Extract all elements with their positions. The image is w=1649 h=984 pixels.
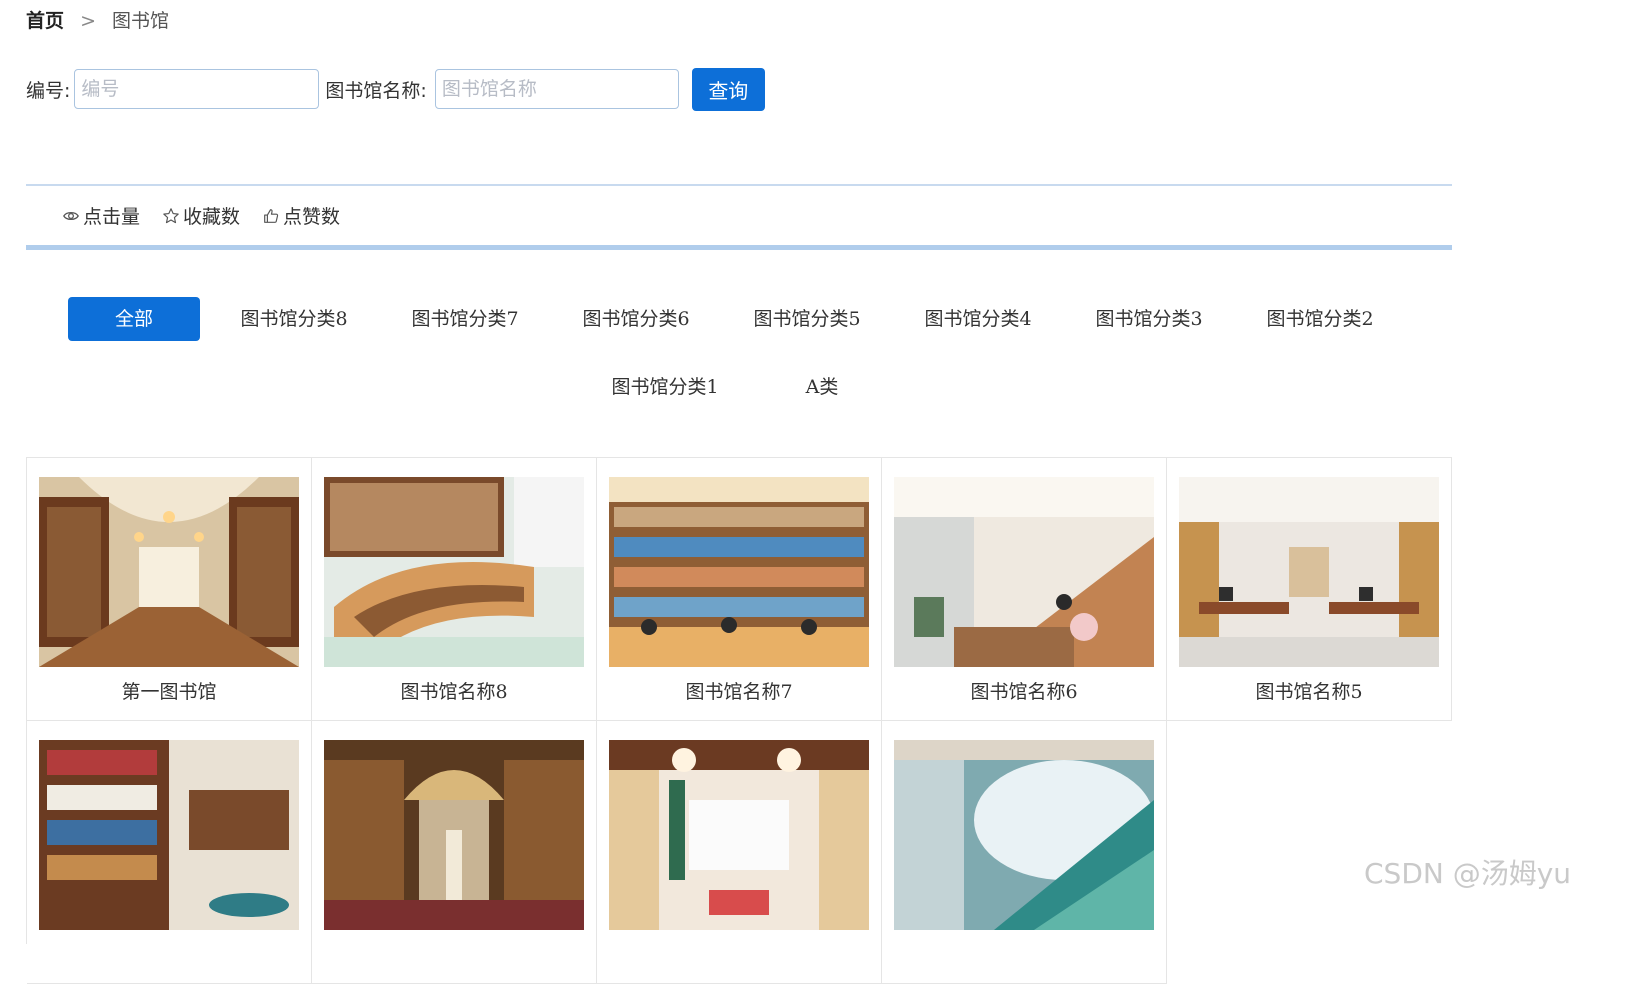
breadcrumb-current: 图书馆 [112, 10, 170, 32]
library-image[interactable] [609, 477, 869, 667]
eye-icon [63, 211, 79, 220]
library-name-input[interactable] [434, 69, 679, 109]
library-image[interactable] [609, 740, 869, 930]
library-card[interactable] [597, 721, 882, 984]
sort-clicks[interactable]: 点击量 [62, 202, 140, 229]
category-8[interactable]: 图书馆分类8 [229, 297, 359, 341]
breadcrumb-home[interactable]: 首页 [26, 10, 64, 32]
library-card[interactable] [312, 721, 597, 984]
watermark: CSDN @汤姆yu [1364, 857, 1572, 890]
library-name: 图书馆名称6 [970, 681, 1078, 703]
library-name: 第一图书馆 [121, 681, 217, 703]
library-grid: 第一图书馆 图书馆名称8 图书馆名称7 图书馆名称6 图书馆名称5 [26, 457, 1452, 984]
library-card[interactable]: 第一图书馆 [27, 458, 312, 721]
category-1[interactable]: 图书馆分类1 [600, 365, 730, 409]
library-name: 图书馆名称5 [1255, 681, 1363, 703]
category-5[interactable]: 图书馆分类5 [742, 297, 872, 341]
library-name: 图书馆名称7 [685, 681, 793, 703]
sort-likes[interactable]: 点赞数 [262, 202, 340, 229]
query-button[interactable]: 查询 [691, 67, 765, 111]
library-card[interactable]: 图书馆名称6 [882, 458, 1167, 721]
thumbs-up-icon [264, 208, 279, 223]
category-2[interactable]: 图书馆分类2 [1255, 297, 1385, 341]
sort-bar: 点击量 收藏数 点赞数 [26, 184, 1452, 250]
id-input[interactable] [74, 69, 320, 109]
library-image[interactable] [39, 477, 299, 667]
library-image[interactable] [894, 477, 1154, 667]
library-card[interactable] [882, 721, 1167, 984]
star-icon [163, 207, 179, 223]
sort-likes-label: 点赞数 [283, 206, 341, 228]
category-a[interactable]: A类 [772, 365, 872, 409]
library-image[interactable] [1179, 477, 1439, 667]
category-3[interactable]: 图书馆分类3 [1084, 297, 1214, 341]
breadcrumb-separator: > [80, 10, 96, 32]
sort-favorites[interactable]: 收藏数 [162, 202, 240, 229]
library-image[interactable] [39, 740, 299, 930]
library-card[interactable] [27, 721, 312, 984]
category-all[interactable]: 全部 [68, 297, 200, 341]
sort-favorites-label: 收藏数 [183, 206, 241, 228]
library-card[interactable]: 图书馆名称5 [1167, 458, 1452, 721]
library-name-label: 图书馆名称: [325, 79, 427, 102]
library-image[interactable] [324, 740, 584, 930]
sort-clicks-label: 点击量 [83, 206, 141, 228]
category-6[interactable]: 图书馆分类6 [571, 297, 701, 341]
category-7[interactable]: 图书馆分类7 [400, 297, 530, 341]
library-card[interactable]: 图书馆名称7 [597, 458, 882, 721]
library-name: 图书馆名称8 [400, 681, 508, 703]
library-image[interactable] [324, 477, 584, 667]
id-label: 编号: [26, 79, 71, 102]
breadcrumb: 首页 > 图书馆 [26, 6, 169, 33]
library-card[interactable]: 图书馆名称8 [312, 458, 597, 721]
search-form: 编号: 图书馆名称: 查询 [26, 67, 765, 111]
category-4[interactable]: 图书馆分类4 [913, 297, 1043, 341]
library-image[interactable] [894, 740, 1154, 930]
